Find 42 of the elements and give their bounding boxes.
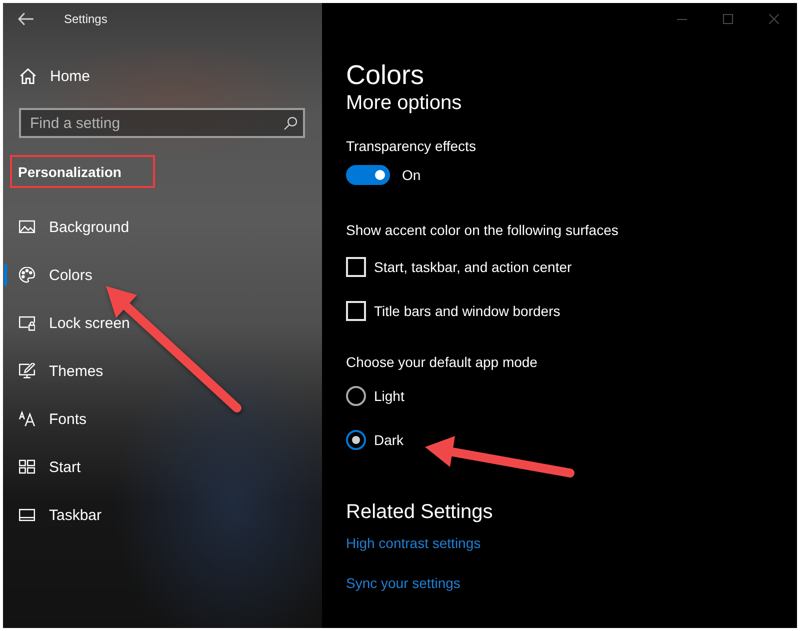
palette-icon (19, 267, 35, 283)
setting-label: Show accent color on the following surfaces (346, 221, 618, 240)
nav-item[interactable]: Fonts (4, 395, 304, 443)
taskbar-icon (19, 507, 35, 523)
search-icon (284, 117, 297, 130)
nav-item[interactable]: Themes (4, 347, 304, 395)
minimize-icon (677, 18, 687, 20)
nav-item[interactable]: Colors (4, 251, 304, 299)
nav-item[interactable]: Start (4, 443, 304, 491)
radio-button[interactable] (346, 430, 366, 450)
section-title: Related Settings (346, 500, 493, 525)
maximize-icon (723, 14, 733, 24)
checkbox[interactable] (346, 257, 366, 277)
toggle-state-label: On (402, 166, 421, 185)
radio-label: Dark (374, 431, 404, 450)
home-icon (20, 68, 36, 84)
close-icon (769, 14, 779, 24)
checkbox[interactable] (346, 301, 366, 321)
setting-label: Transparency effects (346, 137, 476, 156)
toggle-switch[interactable] (346, 165, 390, 185)
checkbox-label: Start, taskbar, and action center (374, 258, 572, 277)
nav-item[interactable]: Lock screen (4, 299, 304, 347)
tiles-icon (19, 459, 35, 475)
monitor-brush-icon (19, 363, 35, 379)
radio-button[interactable] (346, 386, 366, 406)
page-title: Colors (346, 59, 424, 92)
home-nav-item[interactable]: Home (3, 56, 303, 96)
section-title: More options (346, 92, 462, 114)
back-arrow-icon (18, 11, 34, 27)
section-heading: Personalization (10, 155, 155, 188)
window-title: Settings (64, 12, 108, 26)
settings-link[interactable]: Sync your settings (346, 573, 460, 593)
settings-link[interactable]: High contrast settings (346, 533, 481, 553)
radio-label: Light (374, 387, 404, 406)
picture-icon (19, 219, 35, 235)
font-icon (19, 411, 35, 427)
checkbox-label: Title bars and window borders (374, 302, 560, 321)
search-field[interactable]: Find a setting (19, 108, 305, 138)
monitor-lock-icon (19, 315, 35, 331)
setting-label: Choose your default app mode (346, 353, 538, 372)
nav-item[interactable]: Background (4, 203, 304, 251)
nav-item[interactable]: Taskbar (4, 491, 304, 539)
